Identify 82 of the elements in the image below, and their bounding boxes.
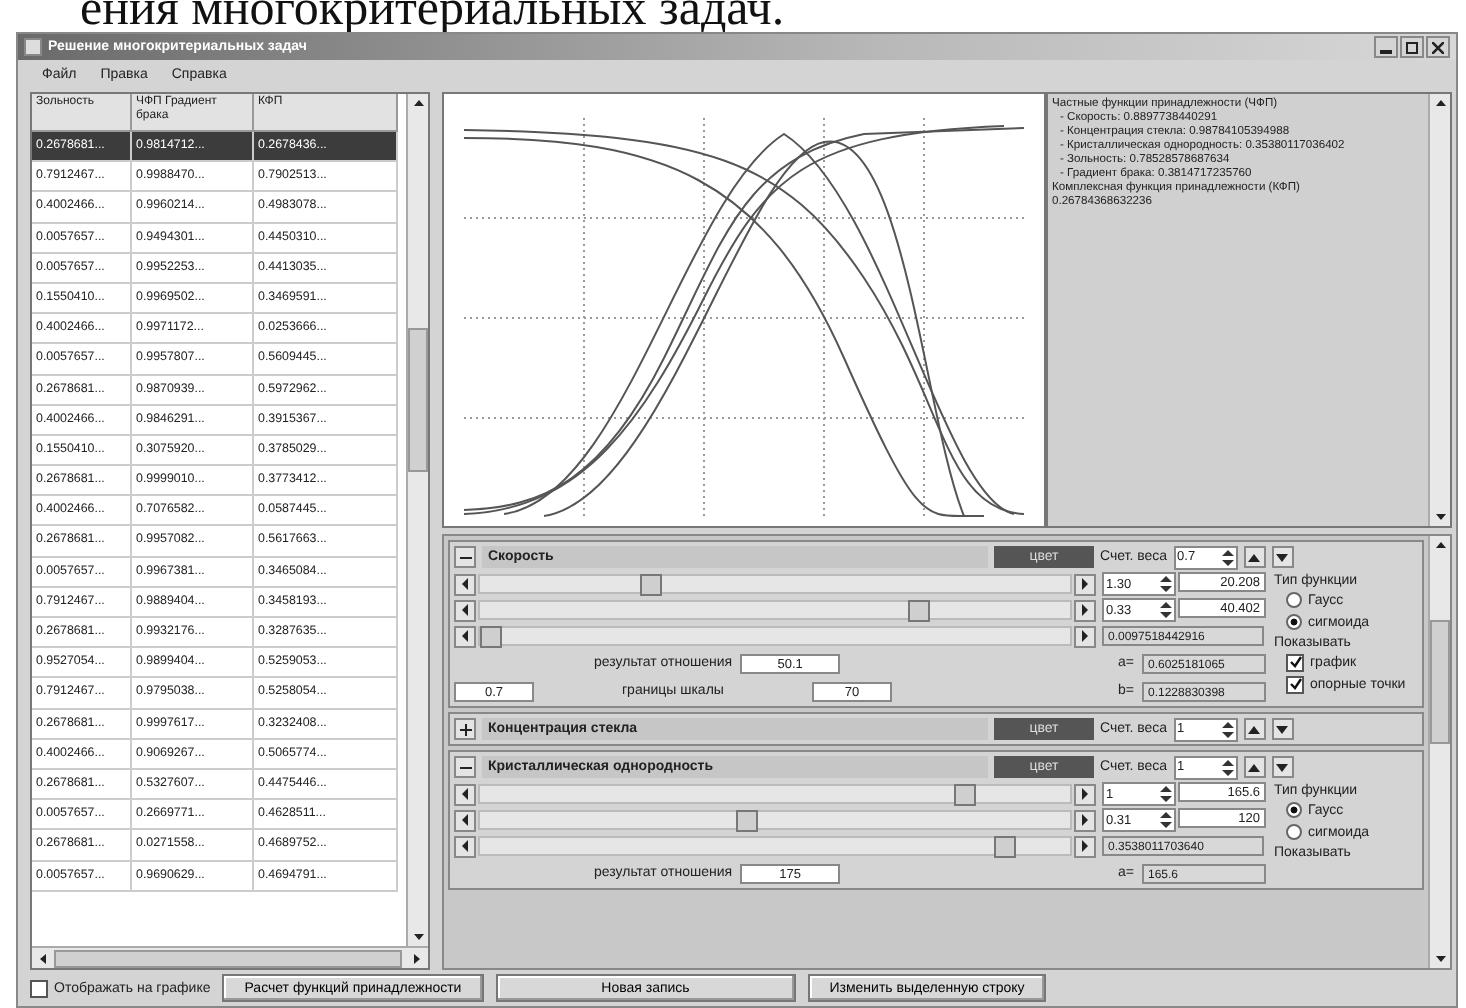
radio-button[interactable] [1286, 592, 1302, 608]
left-arrow-icon [460, 840, 470, 852]
spin-arrows-icon [1221, 719, 1234, 739]
right-arrow-icon [1080, 578, 1090, 590]
move-down-button[interactable] [1271, 718, 1294, 740]
right-arrow-icon [1080, 814, 1090, 826]
right-arrow-icon [1080, 630, 1090, 642]
down-arrow-icon [1276, 761, 1289, 773]
checkbox[interactable] [30, 979, 48, 997]
left-arrow-icon [460, 630, 470, 642]
scroll-right-icon [410, 951, 424, 965]
minimize-button[interactable] [1374, 36, 1398, 58]
scroll-down-icon [1433, 952, 1447, 966]
move-up-button[interactable] [1243, 756, 1266, 778]
vertical-scrollbar[interactable] [406, 94, 428, 946]
close-icon [1432, 41, 1444, 53]
right-arrow-icon [1080, 788, 1090, 800]
expand-toggle-button[interactable] [454, 718, 476, 740]
scroll-up-icon [411, 96, 425, 110]
right-arrow-icon [1080, 840, 1090, 852]
scroll-up-icon [1433, 538, 1447, 552]
checkbox[interactable] [1286, 653, 1304, 671]
left-arrow-icon [460, 604, 470, 616]
plus-icon [459, 723, 471, 735]
slider-thumb[interactable] [953, 784, 976, 806]
move-up-button[interactable] [1243, 718, 1266, 740]
spin-arrows-icon [1221, 757, 1234, 777]
spin-arrows-icon [1221, 547, 1234, 567]
down-arrow-icon [1276, 551, 1289, 563]
scroll-thumb[interactable] [408, 328, 428, 472]
expand-toggle-button[interactable] [454, 756, 476, 778]
right-arrow-icon [1080, 604, 1090, 616]
slider-right-button[interactable] [1074, 625, 1096, 647]
vertical-scrollbar[interactable] [1428, 536, 1450, 968]
scroll-thumb[interactable] [1430, 620, 1450, 744]
scroll-up-icon [1433, 96, 1447, 110]
slider-thumb[interactable] [736, 810, 759, 832]
slider-left-button[interactable] [454, 835, 476, 857]
slider-left-button[interactable] [454, 625, 476, 647]
move-up-button[interactable] [1243, 546, 1266, 568]
slider-right-button[interactable] [1074, 835, 1096, 857]
minus-icon [459, 761, 471, 773]
scroll-thumb[interactable] [54, 949, 402, 967]
up-arrow-icon [1248, 723, 1261, 735]
checkbox[interactable] [1286, 675, 1304, 693]
down-arrow-icon [1276, 723, 1289, 735]
expand-toggle-button[interactable] [454, 546, 476, 568]
vertical-scrollbar[interactable] [1428, 94, 1450, 526]
slider-left-button[interactable] [454, 783, 476, 805]
up-arrow-icon [1248, 761, 1261, 773]
maximize-button[interactable] [1400, 36, 1424, 58]
slider-right-button[interactable] [1074, 783, 1096, 805]
left-arrow-icon [460, 814, 470, 826]
slider-thumb[interactable] [480, 626, 502, 648]
spin-arrows-icon [1159, 784, 1172, 804]
radio-button[interactable] [1286, 824, 1302, 840]
left-arrow-icon [460, 578, 470, 590]
slider-right-button[interactable] [1074, 809, 1096, 831]
minus-icon [459, 551, 471, 563]
close-button[interactable] [1426, 36, 1450, 58]
slider-thumb[interactable] [993, 836, 1015, 858]
spin-arrows-icon [1159, 810, 1172, 830]
scroll-down-icon [1433, 510, 1447, 524]
slider-left-button[interactable] [454, 809, 476, 831]
slider-thumb[interactable] [907, 600, 930, 622]
left-arrow-icon [460, 788, 470, 800]
move-down-button[interactable] [1271, 546, 1294, 568]
slider-left-button[interactable] [454, 573, 476, 595]
up-arrow-icon [1248, 551, 1261, 563]
slider-thumb[interactable] [639, 574, 662, 596]
slider-left-button[interactable] [454, 599, 476, 621]
maximize-icon [1406, 41, 1418, 53]
radio-button[interactable] [1286, 614, 1302, 630]
move-down-button[interactable] [1271, 756, 1294, 778]
horizontal-scrollbar[interactable] [32, 946, 428, 968]
spin-arrows-icon [1159, 574, 1172, 594]
scroll-left-icon [36, 951, 50, 965]
radio-button[interactable] [1286, 802, 1302, 818]
slider-right-button[interactable] [1074, 573, 1096, 595]
slider-right-button[interactable] [1074, 599, 1096, 621]
spin-arrows-icon [1159, 600, 1172, 620]
app-icon [24, 38, 42, 56]
